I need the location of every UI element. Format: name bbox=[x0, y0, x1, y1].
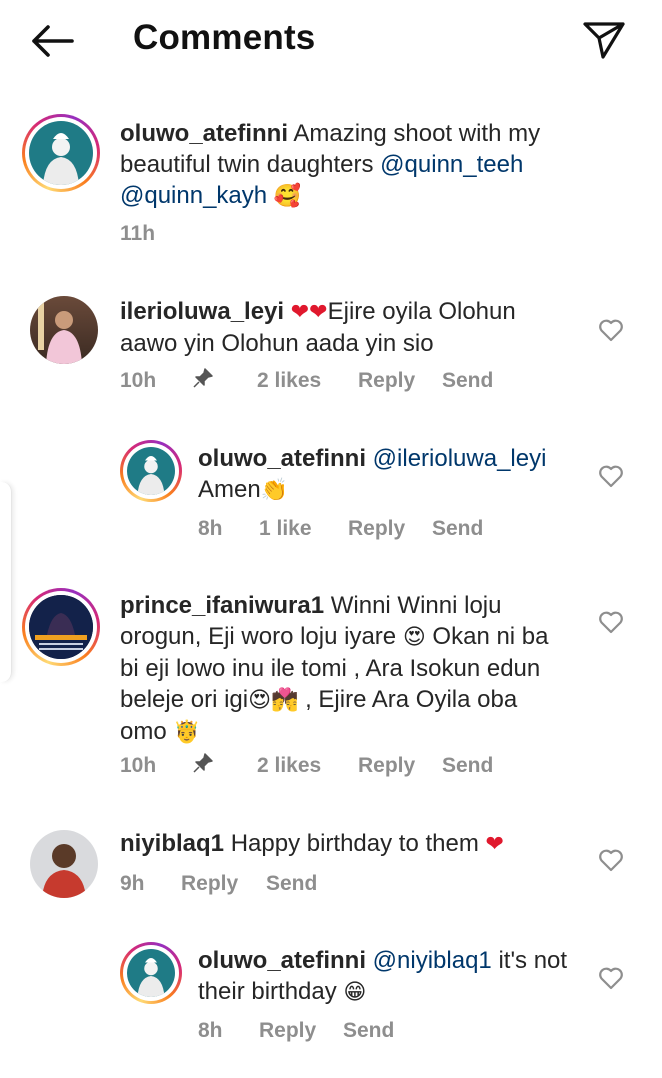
comment-emoji: 😍💏 bbox=[248, 688, 299, 713]
like-button[interactable] bbox=[598, 848, 624, 872]
likes-count[interactable]: 2 likes bbox=[257, 754, 321, 778]
edge-handle bbox=[0, 482, 12, 682]
avatar[interactable] bbox=[30, 830, 98, 898]
like-button[interactable] bbox=[598, 966, 624, 990]
pin-button[interactable] bbox=[192, 752, 214, 780]
comment-username[interactable]: prince_ifaniwura1 bbox=[120, 592, 324, 619]
reply-item: oluwo_atefinni @niyiblaq1 it's not their… bbox=[0, 942, 662, 1052]
avatar[interactable] bbox=[22, 588, 100, 666]
reply-button[interactable]: Reply bbox=[181, 872, 238, 896]
send-button[interactable]: Send bbox=[266, 872, 317, 896]
reply-button[interactable]: Reply bbox=[358, 754, 415, 778]
comment-text: niyiblaq1 Happy birthday to them ❤ bbox=[120, 828, 570, 860]
pin-icon bbox=[193, 368, 213, 388]
caption-username[interactable]: oluwo_atefinni bbox=[120, 120, 288, 147]
comment-time: 9h bbox=[120, 872, 145, 895]
caption-text: oluwo_atefinni Amazing shoot with my bea… bbox=[120, 118, 570, 212]
top-bar: Comments bbox=[0, 0, 662, 82]
reply-emoji: 👏 bbox=[260, 478, 289, 503]
arrow-left-icon bbox=[32, 25, 74, 57]
reply-username[interactable]: oluwo_atefinni bbox=[198, 947, 366, 974]
avatar[interactable] bbox=[30, 296, 98, 364]
heart-icon bbox=[599, 611, 623, 634]
likes-count[interactable]: 2 likes bbox=[257, 369, 321, 393]
send-button[interactable]: Send bbox=[442, 754, 493, 778]
paper-plane-icon bbox=[583, 22, 625, 59]
like-button[interactable] bbox=[598, 464, 624, 488]
comment-emoji: 😍 bbox=[402, 625, 426, 650]
comment-time: 10h bbox=[120, 754, 157, 777]
heart-icon bbox=[599, 465, 623, 488]
caption-emoji: 🥰 bbox=[273, 184, 302, 209]
reply-button[interactable]: Reply bbox=[358, 369, 415, 393]
reply-button[interactable]: Reply bbox=[348, 517, 405, 541]
reply-mention[interactable]: @niyiblaq1 bbox=[373, 947, 492, 974]
avatar[interactable] bbox=[120, 440, 182, 502]
reply-time: 8h bbox=[198, 1019, 223, 1042]
pin-icon bbox=[193, 753, 213, 773]
avatar[interactable] bbox=[22, 114, 100, 192]
likes-count[interactable]: 1 like bbox=[259, 517, 312, 541]
heart-icon bbox=[599, 967, 623, 990]
send-button[interactable]: Send bbox=[432, 517, 483, 541]
comment-item: niyiblaq1 Happy birthday to them ❤ 9h Re… bbox=[0, 826, 662, 906]
comment-item: ilerioluwa_leyi ❤❤Ejire oyila Olohun aaw… bbox=[0, 296, 662, 406]
comment-time: 10h bbox=[120, 369, 157, 392]
heart-emoji: ❤ bbox=[485, 832, 504, 857]
reply-button[interactable]: Reply bbox=[259, 1019, 316, 1043]
pin-button[interactable] bbox=[192, 367, 214, 395]
share-button[interactable] bbox=[582, 20, 626, 60]
reply-username[interactable]: oluwo_atefinni bbox=[198, 445, 366, 472]
back-button[interactable] bbox=[28, 22, 76, 60]
like-button[interactable] bbox=[598, 610, 624, 634]
caption-time: 11h bbox=[120, 222, 156, 245]
like-button[interactable] bbox=[598, 318, 624, 342]
heart-icon bbox=[599, 319, 623, 342]
comment-text: prince_ifaniwura1 Winni Winni loju orogu… bbox=[120, 590, 570, 748]
comment-username[interactable]: ilerioluwa_leyi bbox=[120, 298, 284, 325]
send-button[interactable]: Send bbox=[442, 369, 493, 393]
reply-item: oluwo_atefinni @ilerioluwa_leyi Amen👏 8h… bbox=[0, 440, 662, 550]
comment-body: Happy birthday to them bbox=[230, 830, 479, 857]
caption: oluwo_atefinni Amazing shoot with my bea… bbox=[0, 114, 662, 254]
send-button[interactable]: Send bbox=[343, 1019, 394, 1043]
avatar[interactable] bbox=[120, 942, 182, 1004]
comment-emoji: 🤴 bbox=[173, 720, 201, 745]
comment-text: ilerioluwa_leyi ❤❤Ejire oyila Olohun aaw… bbox=[120, 296, 570, 359]
reply-emoji: 😁 bbox=[343, 980, 367, 1005]
page-title: Comments bbox=[133, 18, 316, 57]
reply-body: Amen bbox=[198, 476, 261, 503]
reply-text: oluwo_atefinni @ilerioluwa_leyi Amen👏 bbox=[198, 443, 568, 506]
reply-mention[interactable]: @ilerioluwa_leyi bbox=[373, 445, 547, 472]
comment-username[interactable]: niyiblaq1 bbox=[120, 830, 224, 857]
comment-item: prince_ifaniwura1 Winni Winni loju orogu… bbox=[0, 588, 662, 788]
reply-time: 8h bbox=[198, 517, 223, 540]
heart-emoji: ❤❤ bbox=[290, 300, 328, 325]
reply-text: oluwo_atefinni @niyiblaq1 it's not their… bbox=[198, 945, 568, 1008]
heart-icon bbox=[599, 849, 623, 872]
